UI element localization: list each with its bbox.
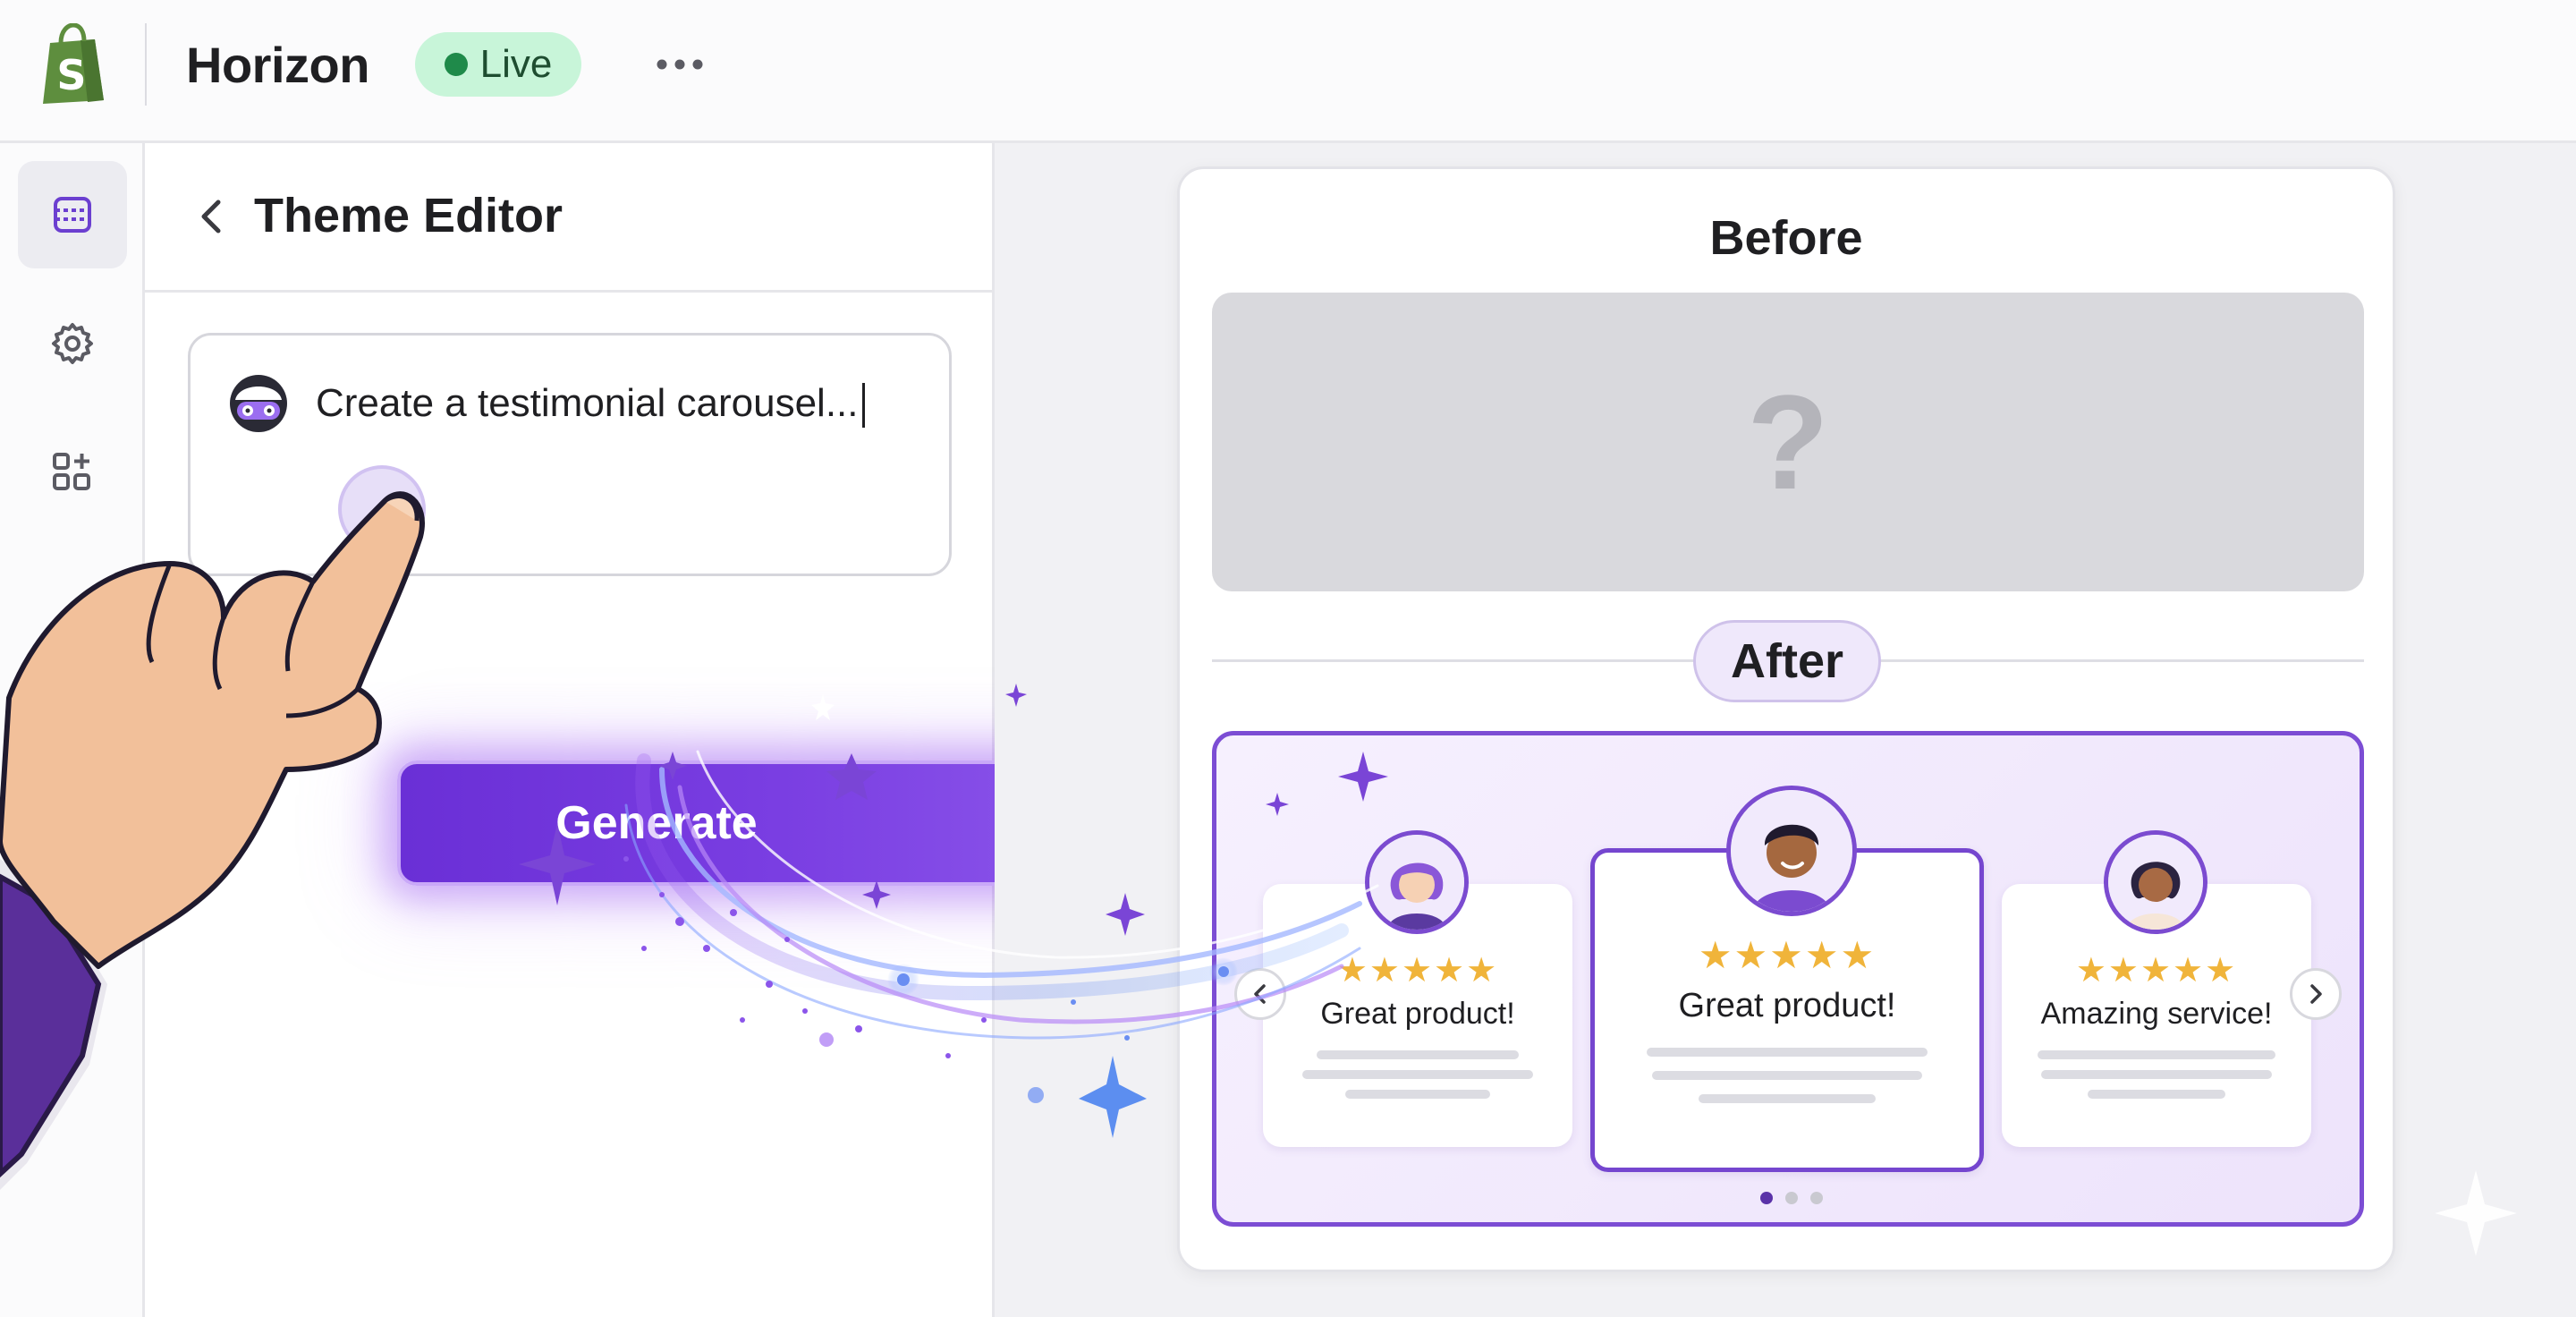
panel-title: Theme Editor	[254, 189, 564, 242]
store-name[interactable]: Horizon	[186, 34, 369, 97]
text-line	[1647, 1048, 1928, 1057]
text-line	[1699, 1094, 1876, 1103]
before-label: Before	[1709, 211, 1863, 265]
left-rail	[0, 143, 145, 1317]
live-status-label: Live	[479, 42, 553, 86]
star-rating-1: ★★★★★	[1336, 952, 1499, 990]
testimonial-carousel: ★★★★★ Great product! ★★★★★ Great product…	[1212, 731, 2364, 1227]
text-caret	[861, 383, 865, 429]
apps-icon	[53, 453, 90, 490]
text-line	[1317, 1050, 1519, 1059]
generate-button[interactable]: Generate	[397, 760, 1095, 886]
carousel-dot-2[interactable]	[1785, 1192, 1798, 1204]
testimonial-quote-1: Great product!	[1320, 997, 1515, 1031]
prompt-value: Create a testimonial carousel...	[316, 381, 859, 425]
panel-header: Theme Editor	[145, 143, 992, 293]
text-line	[2088, 1090, 2225, 1099]
testimonial-quote-3: Amazing service!	[2040, 997, 2273, 1031]
before-placeholder: ?	[1212, 293, 2364, 591]
avatar-customer-2	[1726, 786, 1857, 916]
text-line	[2041, 1070, 2272, 1079]
text-line	[2038, 1050, 2275, 1059]
carousel-prev-button[interactable]	[1234, 968, 1286, 1020]
before-after-preview-card: Before ? After ★★★★★ Great product! ★★★★…	[1177, 166, 2395, 1272]
carousel-next-button[interactable]	[2290, 968, 2342, 1020]
person-avatar-icon	[1369, 835, 1464, 930]
more-icon[interactable]	[655, 45, 705, 84]
ai-prompt-input[interactable]: Create a testimonial carousel...	[188, 333, 952, 576]
live-status-badge: Live	[415, 32, 581, 97]
avatar-customer-3	[2104, 830, 2207, 934]
star-rating-3: ★★★★★	[2075, 952, 2238, 990]
svg-text:S: S	[56, 51, 86, 99]
carousel-dot-1[interactable]	[1760, 1192, 1773, 1204]
question-mark-icon: ?	[1747, 367, 1829, 517]
avatar-customer-1	[1365, 830, 1469, 934]
text-line	[1345, 1090, 1490, 1099]
sections-icon	[54, 197, 91, 233]
after-label: After	[1693, 620, 1881, 702]
settings-icon	[52, 323, 93, 364]
generate-label: Generate	[555, 797, 758, 849]
star-rating-2: ★★★★★	[1698, 934, 1877, 976]
back-chevron-icon[interactable]	[193, 195, 229, 238]
rail-apps-button[interactable]	[18, 419, 127, 526]
carousel-dot-3[interactable]	[1810, 1192, 1823, 1204]
rail-settings-button[interactable]	[18, 290, 127, 397]
prompt-text: Create a testimonial carousel...	[316, 378, 865, 429]
text-line	[1302, 1070, 1533, 1079]
topbar-divider	[145, 23, 147, 106]
person-avatar-icon	[2108, 835, 2203, 930]
top-bar: S Horizon Live	[0, 0, 2576, 143]
testimonial-quote-2: Great product!	[1678, 987, 1896, 1024]
rail-sections-button[interactable]	[18, 161, 127, 268]
chevron-left-icon	[1254, 984, 1266, 1004]
text-line	[1652, 1071, 1922, 1080]
chevron-right-icon	[2310, 984, 2322, 1004]
live-dot-icon	[444, 53, 468, 76]
tap-indicator	[338, 465, 426, 553]
ai-assistant-avatar-icon	[230, 375, 287, 432]
theme-editor-panel: Theme Editor Create a testimonial carous…	[145, 143, 1095, 1317]
person-avatar-icon	[1731, 790, 1852, 912]
shopify-logo-icon[interactable]: S	[36, 23, 109, 106]
